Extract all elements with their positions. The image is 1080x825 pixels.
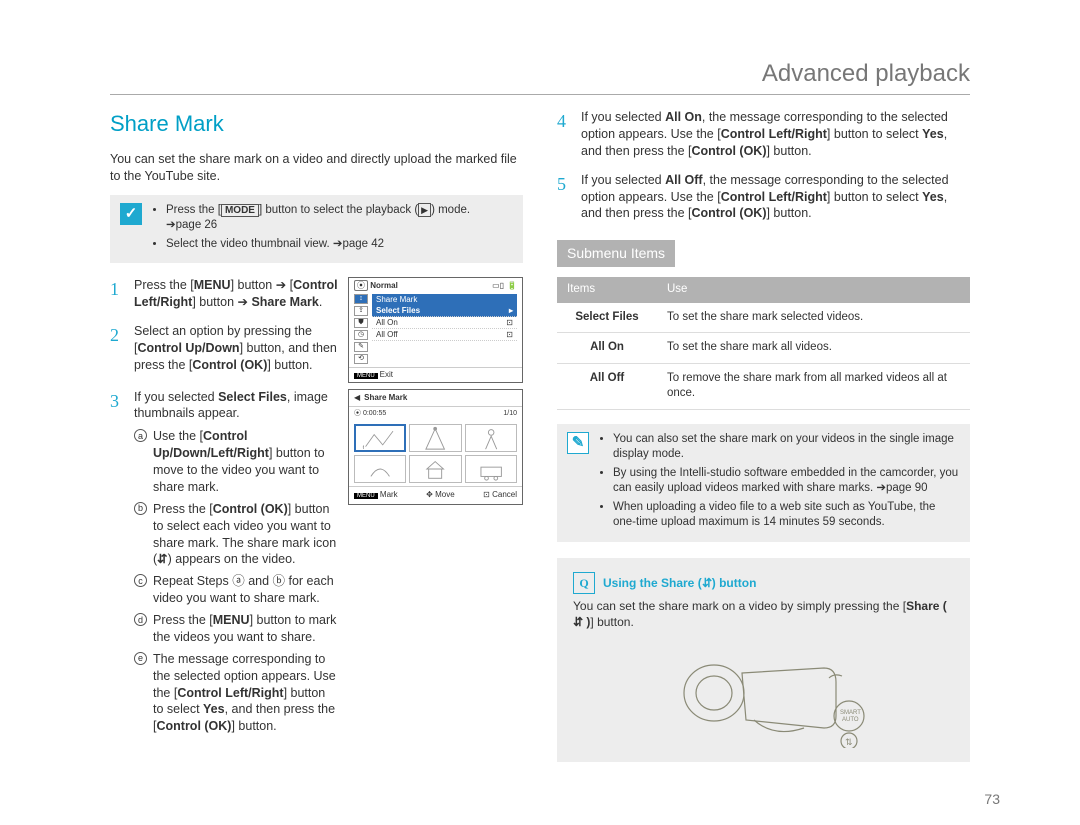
share-mark-icon: ⇅ (157, 551, 167, 568)
substep-d: dPress the [MENU] button to mark the vid… (134, 612, 338, 646)
info-list: You can also set the share mark on your … (599, 432, 960, 534)
info-item: By using the Intelli-studio software emb… (613, 466, 960, 497)
manual-page: Advanced playback Share Mark You can set… (80, 0, 1000, 825)
status-icons: ▭▯ 🔋 (492, 281, 517, 290)
substep-e: eThe message corresponding to the select… (134, 651, 338, 735)
mode-key: MODE (221, 204, 259, 217)
share-menu: Share Mark Select Files▸ All On⊡ All Off… (372, 294, 517, 364)
menu-option-selected: Select Files▸ (372, 305, 517, 317)
submenu-heading: Submenu Items (557, 240, 970, 267)
thumb-footer: MENU Mark ✥ Move ⊡ Cancel (349, 486, 522, 504)
table-row: All OnTo set the share mark all videos. (557, 333, 970, 364)
note-list: Press the [MODE] button to select the pl… (152, 203, 470, 256)
thumbnail (409, 424, 461, 452)
menu-footer: MENUExit (349, 367, 522, 382)
left-column: Share Mark You can set the share mark on… (110, 109, 523, 762)
step-3: 3 If you selected Select Files, image th… (110, 389, 338, 741)
menu-header: Share Mark (372, 294, 517, 305)
svg-text:AUTO: AUTO (842, 717, 859, 723)
sub-marker-a: a (134, 429, 147, 442)
right-column: 4 If you selected All On, the message co… (557, 109, 970, 762)
table-row: Select FilesTo set the share mark select… (557, 303, 970, 333)
camcorder-illustration: SMART AUTO ⇅ (573, 638, 954, 748)
menu-screenshot: ⦿ Normal ▭▯ 🔋 ↕⇪⛊◷✎⟲ Share Mark Select F… (348, 277, 523, 382)
substep-b: bPress the [Control (OK)] button to sele… (134, 501, 338, 569)
playback-icon: ▶ (418, 203, 431, 217)
side-icons: ↕⇪⛊◷✎⟲ (354, 294, 368, 364)
info-note: ✎ You can also set the share mark on you… (557, 424, 970, 542)
info-item: When uploading a video file to a web sit… (613, 500, 960, 531)
thumbnail (409, 455, 461, 483)
th-use: Use (657, 277, 970, 303)
thumbnail-grid: ↕ (349, 421, 522, 486)
th-items: Items (557, 277, 657, 303)
thumbnail-screenshot: ◀Share Mark ⦿ 0:00:551/10 ↕ MENU Mark ✥ … (348, 389, 523, 505)
thumbnail-selected: ↕ (354, 424, 406, 452)
page-number: 73 (984, 791, 1000, 807)
columns: Share Mark You can set the share mark on… (110, 109, 970, 762)
info-icon: ✎ (567, 432, 589, 454)
menu-option: All On⊡ (372, 317, 517, 329)
step-5: 5 If you selected All Off, the message c… (557, 172, 970, 223)
step-number: 5 (557, 172, 573, 223)
thumbnail (354, 455, 406, 483)
chapter-title: Advanced playback (110, 60, 970, 95)
thumbnail (465, 455, 517, 483)
step-number: 1 (110, 277, 126, 311)
steps-list-right: 4 If you selected All On, the message co… (557, 109, 970, 222)
share-button-callout: Q Using the Share (⇅) button You can set… (557, 558, 970, 762)
submenu-table: Items Use Select FilesTo set the share m… (557, 277, 970, 410)
svg-text:SMART: SMART (840, 710, 861, 716)
callout-title: Using the Share (⇅) button (603, 575, 756, 591)
camera-mode-icon: ⦿ (354, 280, 368, 291)
step-2: 2 Select an option by pressing the [Cont… (110, 323, 338, 374)
intro-text: You can set the share mark on a video an… (110, 151, 523, 185)
note-item: Press the [MODE] button to select the pl… (166, 203, 470, 234)
prereq-note: ✓ Press the [MODE] button to select the … (110, 195, 523, 264)
step-number: 2 (110, 323, 126, 374)
svg-text:⇅: ⇅ (845, 737, 853, 747)
callout-body: You can set the share mark on a video by… (573, 598, 954, 630)
sub-marker-c: c (134, 574, 147, 587)
step-number: 4 (557, 109, 573, 160)
section-title: Share Mark (110, 109, 523, 139)
sub-marker-b: b (134, 502, 147, 515)
sub-marker-d: d (134, 613, 147, 626)
step-number: 3 (110, 389, 126, 741)
check-icon: ✓ (120, 203, 142, 225)
thumbnail (465, 424, 517, 452)
sub-marker-e: e (134, 652, 147, 665)
step-1: 1 Press the [MENU] button ➔ [Control Lef… (110, 277, 338, 311)
share-icon: ⇅ (573, 614, 583, 630)
substeps: aUse the [Control Up/Down/Left/Right] bu… (134, 428, 338, 735)
substep-c: cRepeat Steps ⓐ and ⓑ for each video you… (134, 573, 338, 607)
note-item: Select the video thumbnail view. ➔page 4… (166, 237, 470, 253)
share-icon: ⇅ (702, 575, 712, 591)
menu-option: All Off⊡ (372, 329, 517, 341)
substep-a: aUse the [Control Up/Down/Left/Right] bu… (134, 428, 338, 496)
info-item: You can also set the share mark on your … (613, 432, 960, 463)
magnifier-icon: Q (573, 572, 595, 594)
table-row: All OffTo remove the share mark from all… (557, 363, 970, 409)
step-4: 4 If you selected All On, the message co… (557, 109, 970, 160)
svg-text:↕: ↕ (362, 444, 365, 450)
